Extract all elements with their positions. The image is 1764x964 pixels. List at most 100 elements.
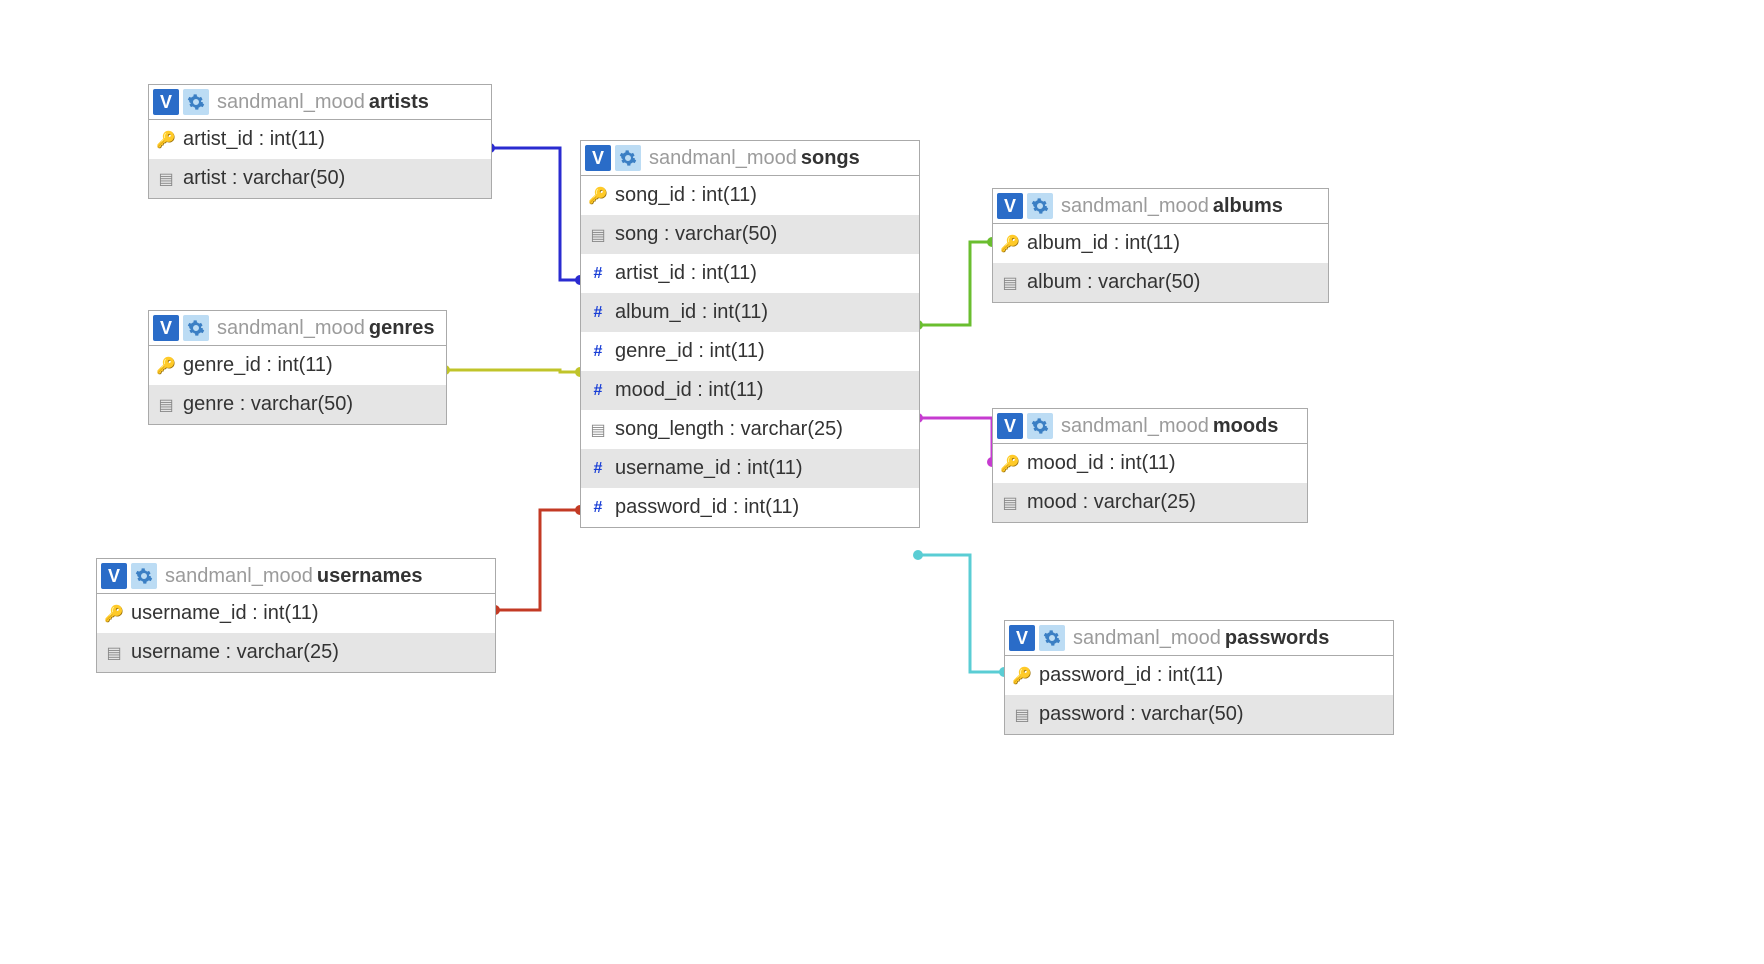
table-name-label: genres <box>369 317 435 340</box>
column-row[interactable]: ▤mood : varchar(25) <box>993 483 1307 522</box>
foreign-key-icon: # <box>589 265 607 283</box>
database-name: sandmanl_mood <box>165 565 313 588</box>
view-icon[interactable]: V <box>997 193 1023 219</box>
table-header[interactable]: Vsandmanl_mood passwords <box>1005 621 1393 656</box>
column-row[interactable]: # username_id : int(11) <box>581 449 919 488</box>
database-name: sandmanl_mood <box>1061 195 1209 218</box>
column-label: album : varchar(50) <box>1027 271 1200 294</box>
text-column-icon: ▤ <box>1001 273 1019 293</box>
gear-icon-svg <box>1031 417 1049 435</box>
view-icon[interactable]: V <box>101 563 127 589</box>
text-column-icon: ▤ <box>589 225 607 245</box>
column-row[interactable]: ▤ artist : varchar(50) <box>149 159 491 198</box>
column-row[interactable]: ▤ genre : varchar(50) <box>149 385 446 424</box>
column-row[interactable]: #password_id : int(11) <box>581 488 919 527</box>
column-label: genre_id : int(11) <box>183 354 333 377</box>
column-row[interactable]: 🔑artist_id : int(11) <box>149 120 491 159</box>
column-row[interactable]: # mood_id : int(11) <box>581 371 919 410</box>
database-name: sandmanl_mood <box>649 147 797 170</box>
gear-icon-svg <box>135 567 153 585</box>
text-column-icon: ▤ <box>157 395 175 415</box>
gear-icon[interactable] <box>1039 625 1065 651</box>
gear-icon[interactable] <box>615 145 641 171</box>
table-name-label: usernames <box>317 565 423 588</box>
table-header[interactable]: Vsandmanl_mood genres <box>149 311 446 346</box>
foreign-key-icon: # <box>589 499 607 517</box>
table-songs[interactable]: Vsandmanl_mood songs🔑song_id : int(11)▤s… <box>580 140 920 528</box>
er-diagram-canvas: Vsandmanl_mood artists🔑artist_id : int(1… <box>0 0 1764 964</box>
column-label: username_id : int(11) <box>615 457 803 480</box>
table-header[interactable]: Vsandmanl_mood usernames <box>97 559 495 594</box>
column-row[interactable]: ▤song : varchar(50) <box>581 215 919 254</box>
table-moods[interactable]: Vsandmanl_mood moods🔑mood_id : int(11)▤m… <box>992 408 1308 523</box>
database-name: sandmanl_mood <box>1061 415 1209 438</box>
column-label: album_id : int(11) <box>1027 232 1180 255</box>
table-name-label: moods <box>1213 415 1279 438</box>
text-column-icon: ▤ <box>589 420 607 440</box>
text-column-icon: ▤ <box>157 169 175 189</box>
gear-icon-svg <box>1043 629 1061 647</box>
column-label: song_length : varchar(25) <box>615 418 843 441</box>
column-row[interactable]: 🔑password_id : int(11) <box>1005 656 1393 695</box>
primary-key-icon: 🔑 <box>105 604 123 624</box>
column-row[interactable]: 🔑 mood_id : int(11) <box>993 444 1307 483</box>
primary-key-icon: 🔑 <box>1001 454 1019 474</box>
column-label: password : varchar(50) <box>1039 703 1244 726</box>
column-row[interactable]: 🔑username_id : int(11) <box>97 594 495 633</box>
column-label: artist : varchar(50) <box>183 167 345 190</box>
column-label: genre_id : int(11) <box>615 340 765 363</box>
text-column-icon: ▤ <box>105 643 123 663</box>
gear-icon[interactable] <box>183 89 209 115</box>
table-name-label: artists <box>369 91 429 114</box>
database-name: sandmanl_mood <box>217 91 365 114</box>
table-albums[interactable]: Vsandmanl_mood albums 🔑 album_id : int(11)… <box>992 188 1329 303</box>
gear-icon-svg <box>187 319 205 337</box>
foreign-key-icon: # <box>589 343 607 361</box>
text-column-icon: ▤ <box>1013 705 1031 725</box>
column-row[interactable]: ▤ song_length : varchar(25) <box>581 410 919 449</box>
text-column-icon: ▤ <box>1001 493 1019 513</box>
table-header[interactable]: Vsandmanl_mood albums <box>993 189 1328 224</box>
gear-icon-svg <box>619 149 637 167</box>
foreign-key-icon: # <box>589 382 607 400</box>
table-name-label: passwords <box>1225 627 1329 650</box>
gear-icon[interactable] <box>183 315 209 341</box>
primary-key-icon: 🔑 <box>1001 234 1019 254</box>
column-label: artist_id : int(11) <box>615 262 757 285</box>
column-row[interactable]: ▤ password : varchar(50) <box>1005 695 1393 734</box>
column-label: album_id : int(11) <box>615 301 768 324</box>
primary-key-icon: 🔑 <box>589 186 607 206</box>
view-icon[interactable]: V <box>585 145 611 171</box>
table-header[interactable]: Vsandmanl_mood artists <box>149 85 491 120</box>
column-label: genre : varchar(50) <box>183 393 353 416</box>
column-label: song_id : int(11) <box>615 184 757 207</box>
column-label: mood_id : int(11) <box>1027 452 1176 475</box>
foreign-key-icon: # <box>589 460 607 478</box>
column-row[interactable]: # genre_id : int(11) <box>581 332 919 371</box>
column-row[interactable]: ▤ username : varchar(25) <box>97 633 495 672</box>
column-row[interactable]: #album_id : int(11) <box>581 293 919 332</box>
primary-key-icon: 🔑 <box>1013 666 1031 686</box>
gear-icon[interactable] <box>1027 413 1053 439</box>
table-usernames[interactable]: Vsandmanl_mood usernames🔑username_id : i… <box>96 558 496 673</box>
table-genres[interactable]: Vsandmanl_mood genres🔑genre_id : int(11)… <box>148 310 447 425</box>
column-row[interactable]: # artist_id : int(11) <box>581 254 919 293</box>
column-label: mood_id : int(11) <box>615 379 764 402</box>
view-icon[interactable]: V <box>153 89 179 115</box>
table-name-label: songs <box>801 147 860 170</box>
column-row[interactable]: 🔑 album_id : int(11) <box>993 224 1328 263</box>
table-header[interactable]: Vsandmanl_mood songs <box>581 141 919 176</box>
view-icon[interactable]: V <box>153 315 179 341</box>
gear-icon[interactable] <box>1027 193 1053 219</box>
column-row[interactable]: 🔑genre_id : int(11) <box>149 346 446 385</box>
column-label: username : varchar(25) <box>131 641 339 664</box>
column-row[interactable]: 🔑 song_id : int(11) <box>581 176 919 215</box>
table-passwords[interactable]: Vsandmanl_mood passwords🔑password_id : i… <box>1004 620 1394 735</box>
gear-icon[interactable] <box>131 563 157 589</box>
column-row[interactable]: ▤ album : varchar(50) <box>993 263 1328 302</box>
gear-icon-svg <box>1031 197 1049 215</box>
table-header[interactable]: Vsandmanl_mood moods <box>993 409 1307 444</box>
view-icon[interactable]: V <box>1009 625 1035 651</box>
table-artists[interactable]: Vsandmanl_mood artists🔑artist_id : int(1… <box>148 84 492 199</box>
view-icon[interactable]: V <box>997 413 1023 439</box>
